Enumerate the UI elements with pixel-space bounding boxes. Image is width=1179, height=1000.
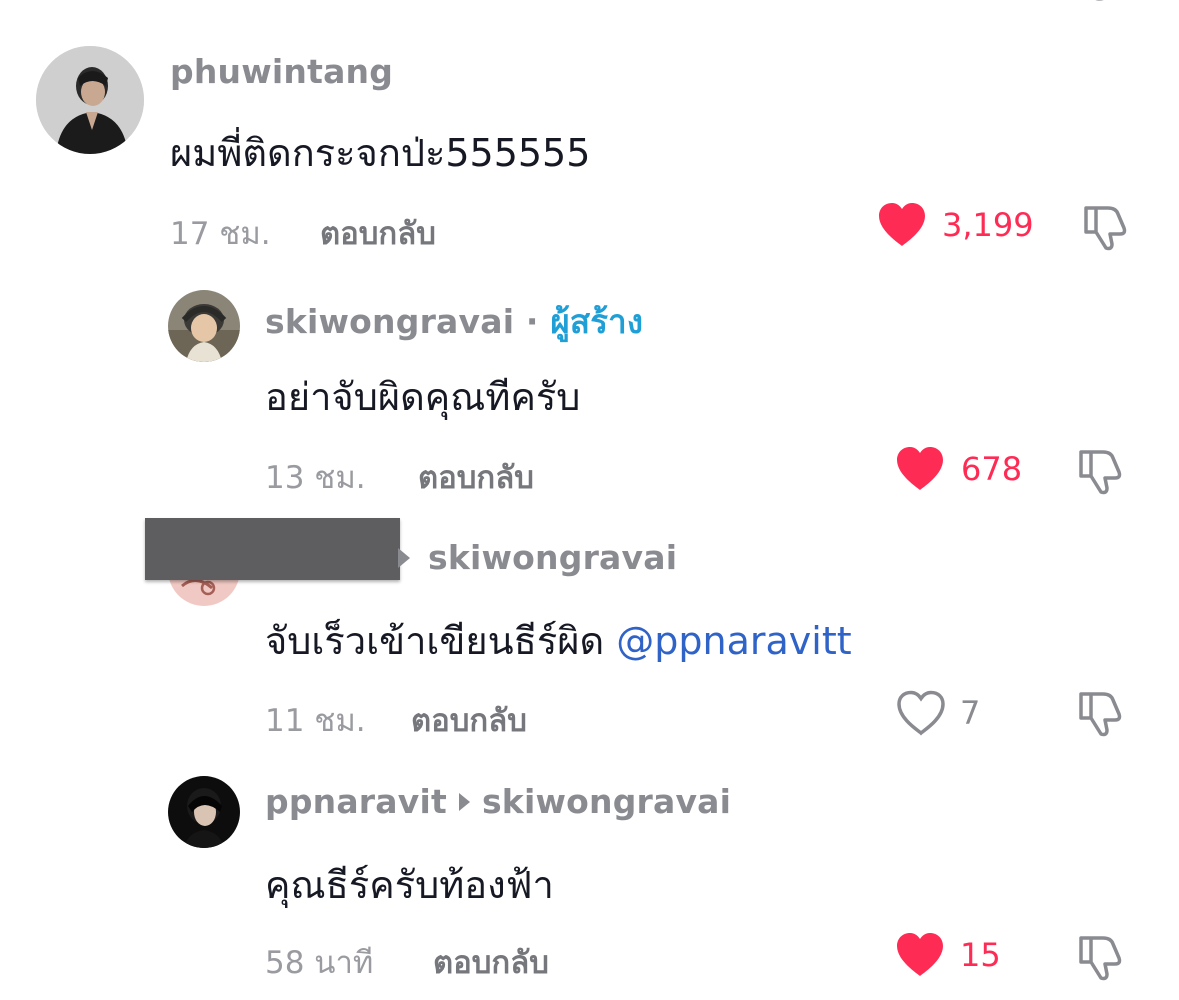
comment-username[interactable]: ppnaravit (265, 782, 447, 821)
like-count: 7 (960, 694, 981, 732)
like-count: 3,199 (942, 206, 1034, 244)
heart-filled-icon[interactable] (895, 932, 945, 978)
avatar[interactable] (168, 290, 240, 362)
comment-text-line: จับเร็วเข้าเขียนธีร์ผิด @ppnaravitt (265, 610, 852, 671)
reply-arrow-icon (398, 548, 412, 568)
dislike-icon[interactable] (1075, 688, 1127, 738)
username-separator: · (525, 302, 539, 341)
reply-button[interactable]: ตอบกลับ (433, 937, 549, 987)
comment-username[interactable]: phuwintang (170, 52, 393, 91)
reply-arrow-icon (458, 793, 470, 811)
comment-timestamp: 13 ชม. (265, 460, 366, 496)
comment-username[interactable]: skiwongravai (265, 302, 514, 341)
reply-to-username[interactable]: skiwongravai (428, 538, 677, 577)
avatar[interactable] (168, 776, 240, 848)
reply-button[interactable]: ตอบกลับ (411, 695, 527, 745)
like-count: 678 (961, 450, 1023, 488)
comment-timestamp: 11 ชม. (265, 703, 366, 739)
heart-outline-icon-partial[interactable] (905, 0, 953, 6)
mention-link[interactable]: @ppnaravitt (616, 619, 851, 663)
reply-button[interactable]: ตอบกลับ (418, 452, 534, 502)
like-count: 15 (960, 936, 1001, 974)
dislike-icon[interactable] (1075, 932, 1127, 982)
comment-text: อย่าจับผิดคุณทีครับ (265, 375, 581, 419)
dislike-icon[interactable] (1080, 202, 1132, 252)
heart-filled-icon[interactable] (895, 446, 945, 492)
redaction-box (145, 518, 400, 580)
comment-text: ผมพี่ติดกระจกป่ะ555555 (170, 131, 591, 175)
comment-text: คุณธีร์ครับท้องฟ้า (265, 863, 554, 907)
dislike-icon[interactable] (1075, 446, 1127, 496)
comment-text: จับเร็วเข้าเขียนธีร์ผิด (265, 619, 617, 663)
comment-timestamp: 17 ชม. (170, 216, 271, 252)
heart-outline-icon[interactable] (896, 690, 946, 736)
reply-button[interactable]: ตอบกลับ (320, 208, 436, 258)
avatar[interactable] (36, 46, 144, 154)
creator-badge: ผู้สร้าง (550, 302, 644, 341)
comment-timestamp: 58 นาที (265, 945, 374, 981)
dislike-icon-partial[interactable] (1085, 0, 1129, 10)
comment-username-line: skiwongravai · ผู้สร้าง (265, 295, 643, 348)
reply-to-username[interactable]: skiwongravai (482, 782, 731, 821)
heart-filled-icon[interactable] (877, 202, 927, 248)
comment-username-line: ppnaravit skiwongravai (265, 782, 731, 821)
